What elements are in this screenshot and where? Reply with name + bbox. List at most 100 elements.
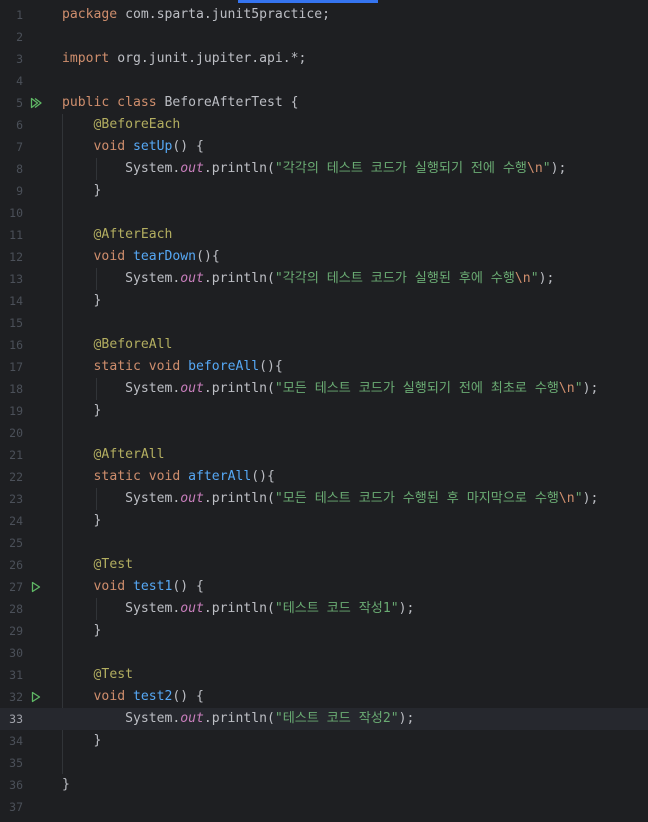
line-number: 19 — [9, 404, 23, 418]
line-number: 35 — [9, 756, 23, 770]
code-token: import — [62, 51, 110, 66]
code-line[interactable]: 8 System.out.println("각각의 테스트 코드가 실행되기 전… — [0, 158, 648, 180]
line-code: System.out.println("테스트 코드 작성1"); — [62, 598, 414, 620]
code-line[interactable]: 28 System.out.println("테스트 코드 작성1"); — [0, 598, 648, 620]
code-token: beforeAll — [188, 359, 260, 374]
code-line[interactable]: 21 @AfterAll — [0, 444, 648, 466]
code-token: afterAll — [188, 469, 252, 484]
code-token: com.sparta.junit5practice; — [117, 7, 331, 22]
code-line[interactable]: 33 System.out.println("테스트 코드 작성2"); — [0, 708, 648, 730]
line-number: 16 — [9, 338, 23, 352]
code-token: \n — [558, 491, 575, 506]
code-line[interactable]: 13 System.out.println("각각의 테스트 코드가 실행된 후… — [0, 268, 648, 290]
code-line[interactable]: 5 public class BeforeAfterTest { — [0, 92, 648, 114]
run-test-icon[interactable] — [30, 691, 42, 703]
line-number: 15 — [9, 316, 23, 330]
code-line[interactable]: 3 import org.junit.jupiter.api.*; — [0, 48, 648, 70]
code-token: tearDown — [132, 249, 197, 264]
code-token: void — [93, 579, 126, 594]
code-token: void — [93, 139, 126, 154]
code-token: System. — [62, 601, 181, 616]
code-token: \n — [558, 381, 575, 396]
code-token: \n — [526, 161, 543, 176]
code-line[interactable]: 16 @BeforeAll — [0, 334, 648, 356]
code-token: } — [62, 623, 102, 638]
code-token: out — [180, 491, 204, 506]
code-token: () { — [172, 579, 204, 594]
code-token: ); — [538, 271, 555, 286]
code-line[interactable]: 10 — [0, 202, 648, 224]
code-line[interactable]: 12 void tearDown(){ — [0, 246, 648, 268]
line-number: 27 — [9, 580, 23, 594]
code-line[interactable]: 17 static void beforeAll(){ — [0, 356, 648, 378]
code-token: ); — [582, 491, 599, 506]
code-line[interactable]: 9 } — [0, 180, 648, 202]
line-code: } — [62, 730, 102, 752]
code-line[interactable]: 20 — [0, 422, 648, 444]
line-code: static void afterAll(){ — [62, 466, 275, 488]
code-line[interactable]: 6 @BeforeEach — [0, 114, 648, 136]
code-token: } — [62, 293, 102, 308]
code-editor[interactable]: 1 package com.sparta.junit5practice; 2 3 imp… — [0, 0, 648, 822]
code-token: BeforeAfterTest { — [156, 95, 299, 110]
line-number: 36 — [9, 778, 23, 792]
code-line[interactable]: 30 — [0, 642, 648, 664]
code-line[interactable]: 26 @Test — [0, 554, 648, 576]
code-line[interactable]: 31 @Test — [0, 664, 648, 686]
code-line[interactable]: 14 } — [0, 290, 648, 312]
code-line[interactable]: 37 — [0, 796, 648, 818]
line-code: System.out.println("모든 테스트 코드가 수행된 후 마지막… — [62, 488, 598, 510]
code-token: public class — [62, 95, 157, 110]
line-code: void setUp() { — [62, 136, 204, 158]
code-line[interactable]: 29 } — [0, 620, 648, 642]
code-token: () { — [172, 139, 204, 154]
code-token: out — [180, 711, 204, 726]
code-line[interactable]: 2 — [0, 26, 648, 48]
run-test-icon[interactable] — [30, 581, 42, 593]
code-token: } — [62, 403, 102, 418]
code-token: @AfterAll — [93, 447, 165, 462]
code-line[interactable]: 27 void test1() { — [0, 576, 648, 598]
code-token: .println( — [203, 271, 275, 286]
run-all-icon[interactable] — [30, 97, 42, 109]
code-line[interactable]: 4 — [0, 70, 648, 92]
code-token: ); — [550, 161, 567, 176]
code-line[interactable]: 22 static void afterAll(){ — [0, 466, 648, 488]
line-number: 20 — [9, 426, 23, 440]
code-line[interactable]: 35 — [0, 752, 648, 774]
code-line[interactable]: 36} — [0, 774, 648, 796]
line-number: 24 — [9, 514, 23, 528]
code-token: @AfterEach — [93, 227, 173, 242]
code-token: void — [93, 689, 126, 704]
line-number: 6 — [16, 118, 23, 132]
code-token: @BeforeEach — [93, 117, 181, 132]
code-line[interactable]: 25 — [0, 532, 648, 554]
code-line[interactable]: 15 — [0, 312, 648, 334]
line-code: @BeforeEach — [62, 114, 181, 136]
code-line[interactable]: 24 } — [0, 510, 648, 532]
line-number: 8 — [16, 162, 23, 176]
code-line[interactable]: 23 System.out.println("모든 테스트 코드가 수행된 후 … — [0, 488, 648, 510]
code-line[interactable]: 18 System.out.println("모든 테스트 코드가 실행되기 전… — [0, 378, 648, 400]
code-token: out — [180, 161, 204, 176]
code-line[interactable]: 7 void setUp() { — [0, 136, 648, 158]
line-number: 22 — [9, 470, 23, 484]
code-token: () { — [172, 689, 204, 704]
code-token: test2 — [132, 689, 173, 704]
code-line[interactable]: 32 void test2() { — [0, 686, 648, 708]
line-number: 32 — [9, 690, 23, 704]
code-line[interactable]: 11 @AfterEach — [0, 224, 648, 246]
code-token: System. — [62, 381, 181, 396]
code-line[interactable]: 1 package com.sparta.junit5practice; — [0, 4, 648, 26]
code-line[interactable]: 19 } — [0, 400, 648, 422]
code-line[interactable]: 34 } — [0, 730, 648, 752]
code-token: @BeforeAll — [93, 337, 173, 352]
